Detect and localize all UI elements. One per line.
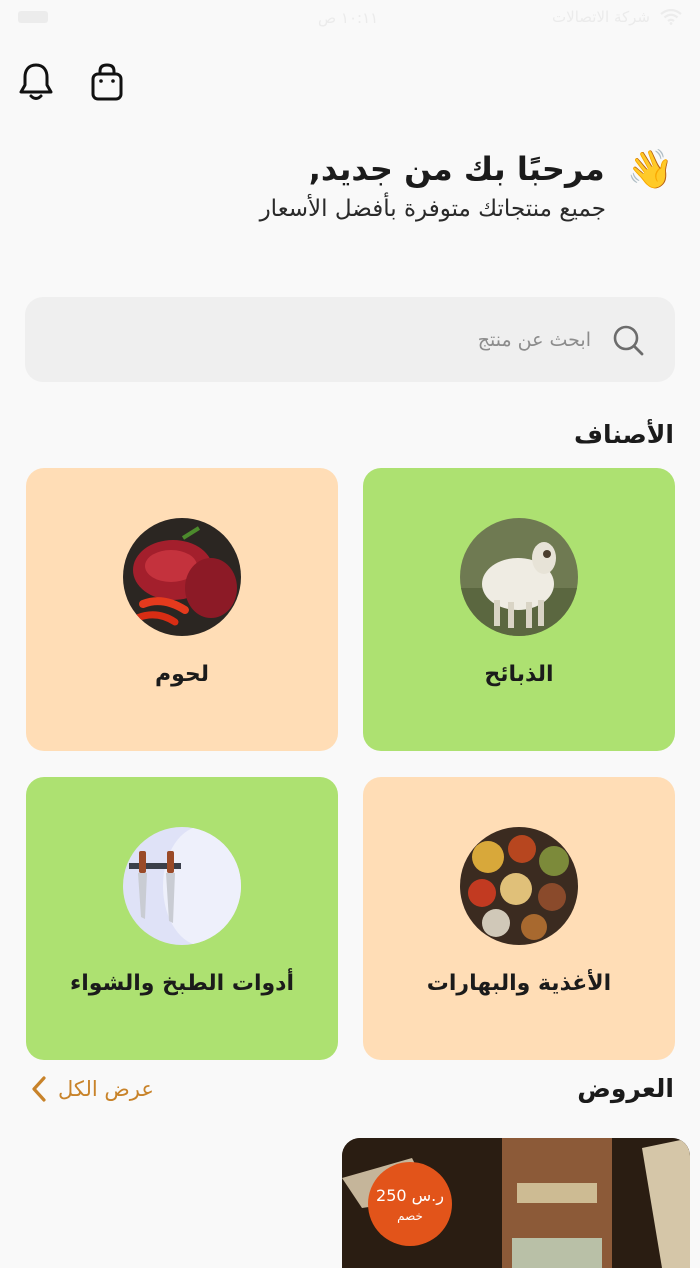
knives-plate-image	[123, 827, 241, 945]
discount-label: خصم	[397, 1208, 423, 1223]
category-label: لحوم	[154, 662, 210, 687]
wifi-icon	[660, 9, 682, 25]
view-all-link[interactable]: عرض الكل	[30, 1074, 154, 1104]
search-icon[interactable]	[611, 323, 645, 357]
category-label: الذبائح	[484, 662, 554, 687]
category-label: أدوات الطبخ والشواء	[70, 971, 294, 996]
view-all-label: عرض الكل	[58, 1077, 154, 1101]
category-card-food-spices[interactable]: الأغذية والبهارات	[363, 777, 675, 1060]
carrier-name: شركة الاتصالات	[552, 8, 650, 26]
greeting-title-row: 👋 مرحبًا بك من جديد,	[74, 150, 674, 188]
category-card-cooking-tools[interactable]: أدوات الطبخ والشواء	[26, 777, 338, 1060]
offers-title: العروض	[577, 1074, 674, 1103]
spices-image	[460, 827, 578, 945]
category-label: الأغذية والبهارات	[426, 971, 612, 996]
greeting-subtitle: جميع منتجاتك متوفرة بأفضل الأسعار	[259, 196, 606, 222]
battery-icon	[18, 11, 48, 23]
waving-hand-icon: 👋	[626, 147, 674, 191]
shopping-bag-icon[interactable]	[85, 58, 129, 106]
bell-icon[interactable]	[14, 58, 58, 106]
offer-card[interactable]: 250 ر.س خصم	[342, 1138, 690, 1268]
search-bar[interactable]	[25, 297, 675, 382]
search-input[interactable]	[139, 327, 593, 352]
categories-title: الأصناف	[574, 420, 674, 449]
status-time: ١٠:١١ ص	[318, 9, 379, 27]
status-bar: ١٠:١١ ص شركة الاتصالات	[0, 0, 700, 36]
offer-price: 250 ر.س	[376, 1185, 444, 1205]
status-carrier-group: شركة الاتصالات	[552, 8, 682, 26]
greeting: 👋 مرحبًا بك من جديد, جميع منتجاتك متوفرة…	[74, 150, 674, 222]
sheep-image	[460, 518, 578, 636]
discount-badge: 250 ر.س خصم	[368, 1162, 452, 1246]
category-card-slaughter[interactable]: الذبائح	[363, 468, 675, 751]
meat-image	[123, 518, 241, 636]
category-card-meat[interactable]: لحوم	[26, 468, 338, 751]
chevron-left-icon	[32, 1076, 46, 1102]
greeting-title: مرحبًا بك من جديد,	[308, 150, 605, 188]
